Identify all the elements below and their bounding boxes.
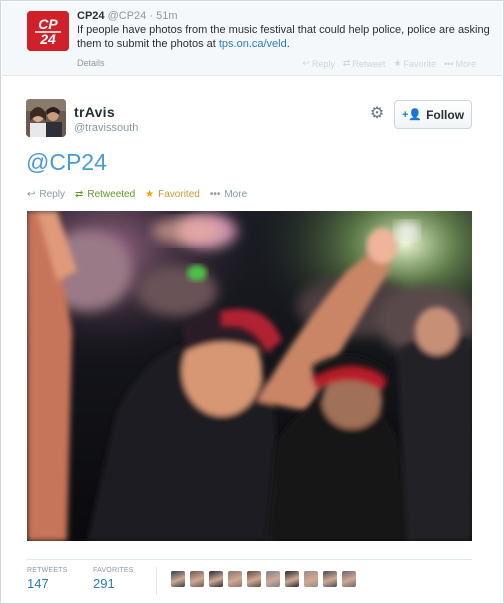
- tweet-photo[interactable]: [27, 211, 472, 541]
- retweet-icon: ⇄: [74, 189, 84, 200]
- more-button[interactable]: ••• More: [210, 189, 247, 200]
- avatar[interactable]: [26, 99, 66, 137]
- retweets-label: RETWEETS: [27, 567, 68, 574]
- favoriter-avatar[interactable]: [190, 571, 204, 587]
- parent-details-link[interactable]: Details: [77, 58, 105, 68]
- tweet-actions: ↩ Reply ⇄ Retweeted ★ Favorited ••• More: [27, 189, 247, 200]
- parent-favorite-label: Favorite: [403, 58, 437, 69]
- favoriter-avatar[interactable]: [247, 571, 261, 587]
- favoriter-avatar[interactable]: [285, 571, 299, 587]
- retweets-count: 147: [27, 576, 49, 591]
- parent-text-end: .: [286, 38, 290, 50]
- follow-button[interactable]: +👤 Follow: [394, 100, 472, 129]
- star-icon: ★: [145, 189, 155, 200]
- follow-label: Follow: [426, 107, 465, 122]
- parent-favorite-button[interactable]: ★ Favorite: [393, 58, 436, 69]
- tweet-permalink-frame: CP 24 CP24 @CP24 · 51m If people have ph…: [0, 0, 504, 604]
- parent-timestamp[interactable]: 51m: [156, 10, 177, 22]
- reply-icon: ↩: [27, 189, 36, 200]
- parent-more-button[interactable]: ••• More: [444, 58, 476, 69]
- favorites-count: 291: [93, 576, 115, 591]
- favoriter-avatar[interactable]: [304, 571, 318, 587]
- parent-retweet-label: Retweet: [352, 58, 386, 69]
- parent-tweet-header: CP24 @CP24 · 51m: [77, 10, 177, 23]
- retweeted-label: Retweeted: [87, 189, 136, 200]
- favoriter-avatars: [171, 571, 356, 587]
- ellipsis-icon: •••: [209, 189, 221, 200]
- stats-divider: [27, 559, 472, 560]
- more-label: More: [224, 189, 248, 200]
- ellipsis-icon: •••: [444, 58, 454, 69]
- logo-text-top: CP: [38, 16, 58, 32]
- reply-button[interactable]: ↩ Reply: [27, 189, 65, 200]
- parent-user-handle[interactable]: @CP24: [108, 10, 147, 22]
- favoriter-avatar[interactable]: [342, 571, 356, 587]
- parent-retweet-button[interactable]: ⇄ Retweet: [343, 58, 386, 69]
- user-name[interactable]: trAvis: [74, 104, 115, 120]
- parent-tweet-actions: ↩ Reply ⇄ Retweet ★ Favorite ••• More: [302, 58, 476, 69]
- parent-more-label: More: [455, 58, 476, 69]
- parent-reply-label: Reply: [311, 58, 335, 69]
- favorited-label: Favorited: [158, 189, 200, 200]
- logo-text-bottom: 24: [39, 31, 56, 47]
- retweets-stat[interactable]: RETWEETS 147: [27, 567, 68, 591]
- retweet-icon: ⇄: [342, 58, 351, 68]
- favoriter-avatar[interactable]: [209, 571, 223, 587]
- favoriter-avatar[interactable]: [228, 571, 242, 587]
- favoriter-avatar[interactable]: [266, 571, 280, 587]
- tweet-text-mention[interactable]: @CP24: [26, 149, 107, 176]
- star-icon: ★: [393, 58, 402, 68]
- retweeted-button[interactable]: ⇄ Retweeted: [75, 189, 135, 200]
- user-handle[interactable]: @travissouth: [74, 122, 138, 134]
- parent-user-name[interactable]: CP24: [77, 10, 105, 22]
- add-user-icon: +👤: [401, 109, 423, 121]
- parent-separator: ·: [149, 10, 154, 22]
- gear-icon[interactable]: ⚙: [368, 105, 386, 123]
- stats-separator: [156, 567, 157, 595]
- parent-tweet-link[interactable]: tps.on.ca/veld: [219, 38, 287, 50]
- reply-label: Reply: [39, 189, 65, 200]
- favorited-button[interactable]: ★ Favorited: [145, 189, 200, 200]
- favorites-stat[interactable]: FAVORITES 291: [93, 567, 134, 591]
- parent-reply-button[interactable]: ↩ Reply: [302, 58, 335, 69]
- parent-tweet-text: If people have photos from the music fes…: [77, 23, 495, 51]
- favoriter-avatar[interactable]: [323, 571, 337, 587]
- cp24-logo-avatar[interactable]: CP 24: [27, 11, 69, 51]
- reply-icon: ↩: [302, 58, 310, 68]
- parent-tweet[interactable]: CP 24 CP24 @CP24 · 51m If people have ph…: [2, 2, 502, 76]
- favoriter-avatar[interactable]: [171, 571, 185, 587]
- favorites-label: FAVORITES: [93, 567, 134, 574]
